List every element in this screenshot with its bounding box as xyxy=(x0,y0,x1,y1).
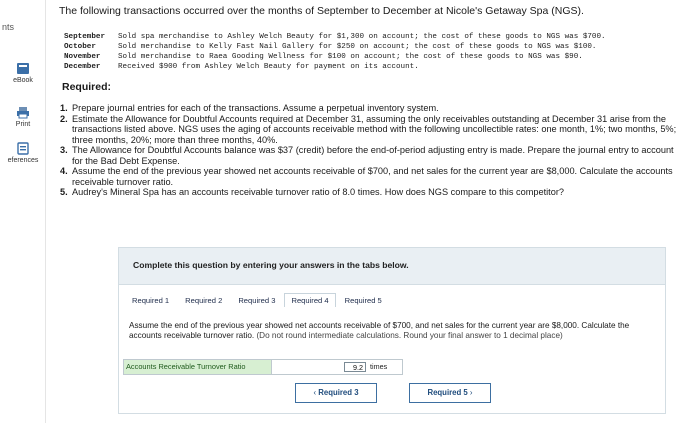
turnover-ratio-input[interactable] xyxy=(344,362,366,372)
requirement-item: 4. Assume the end of the previous year s… xyxy=(60,166,686,187)
transaction-month: November xyxy=(64,53,101,61)
requirement-item: 5. Audrey's Mineral Spa has an accounts … xyxy=(60,187,686,198)
tab-required-3[interactable]: Required 3 xyxy=(231,293,282,307)
transaction-description: Received $900 from Ashley Welch Beauty f… xyxy=(118,63,419,71)
transaction-row: December Received $900 from Ashley Welch… xyxy=(64,62,606,72)
sidebar-item-ebook[interactable]: eBook xyxy=(0,62,46,84)
references-icon xyxy=(17,142,29,155)
sidebar-item-print[interactable]: Print xyxy=(0,106,46,128)
tab-required-4[interactable]: Required 4 xyxy=(284,293,336,307)
sidebar-top-label: nts xyxy=(2,22,15,32)
previous-button-label: Required 3 xyxy=(318,388,359,397)
requirement-text: Estimate the Allowance for Doubtful Acco… xyxy=(72,113,677,145)
transaction-description: Sold merchandise to Kelly Fast Nail Gall… xyxy=(118,43,597,51)
requirement-number: 3. xyxy=(60,145,68,155)
requirements-list: 1. Prepare journal entries for each of t… xyxy=(60,103,686,198)
question-intro: The following transactions occurred over… xyxy=(59,5,584,17)
requirement-item: 2. Estimate the Allowance for Doubtful A… xyxy=(60,114,686,146)
requirement-number: 1. xyxy=(60,103,68,113)
requirement-number: 4. xyxy=(60,166,68,176)
instructions-panel-label: Complete this question by entering your … xyxy=(133,260,409,270)
requirement-text: The Allowance for Doubtful Accounts bala… xyxy=(72,145,674,166)
answer-label: Accounts Receivable Turnover Ratio xyxy=(124,360,272,374)
answer-row: Accounts Receivable Turnover Ratio times xyxy=(123,359,403,375)
chevron-left-icon: ‹ xyxy=(313,388,317,397)
transaction-description: Sold spa merchandise to Ashley Welch Bea… xyxy=(118,33,606,41)
print-icon xyxy=(17,107,29,119)
tab-instructions: Assume the end of the previous year show… xyxy=(129,321,659,340)
transaction-month: September xyxy=(64,33,106,41)
sidebar-item-label: eBook xyxy=(13,77,33,84)
tab-required-2[interactable]: Required 2 xyxy=(178,293,229,307)
requirement-text: Prepare journal entries for each of the … xyxy=(72,103,439,113)
answer-workspace: Required 1 Required 2 Required 3 Require… xyxy=(118,284,666,414)
required-heading: Required: xyxy=(62,81,112,93)
sidebar-item-label: eferences xyxy=(7,157,39,164)
requirement-item: 3. The Allowance for Doubtful Accounts b… xyxy=(60,145,686,166)
instruction-hint: (Do not round intermediate calculations.… xyxy=(256,330,563,340)
requirement-text: Audrey's Mineral Spa has an accounts rec… xyxy=(72,187,564,197)
tab-navigation: ‹ Required 3 Required 5 › xyxy=(119,383,665,405)
requirement-number: 2. xyxy=(60,113,68,124)
answer-unit: times xyxy=(370,362,388,371)
left-toolbar: nts eBook Print eferences xyxy=(0,0,46,423)
tab-required-5[interactable]: Required 5 xyxy=(338,293,389,307)
requirement-text: Assume the end of the previous year show… xyxy=(72,166,673,187)
required-tabs: Required 1 Required 2 Required 3 Require… xyxy=(119,285,665,313)
sidebar-item-label: Print xyxy=(15,121,31,128)
next-required-button[interactable]: Required 5 › xyxy=(409,383,491,403)
transaction-month: October xyxy=(64,43,96,51)
transactions-list: September Sold spa merchandise to Ashley… xyxy=(64,32,606,72)
tab-required-1[interactable]: Required 1 xyxy=(125,293,176,307)
requirement-item: 1. Prepare journal entries for each of t… xyxy=(60,103,686,114)
transaction-row: September Sold spa merchandise to Ashley… xyxy=(64,32,606,42)
transaction-row: November Sold merchandise to Raea Goodin… xyxy=(64,52,606,62)
transaction-month: December xyxy=(64,63,101,71)
previous-required-button[interactable]: ‹ Required 3 xyxy=(295,383,377,403)
requirement-number: 5. xyxy=(60,187,68,197)
ebook-icon xyxy=(17,63,29,74)
sidebar-item-references[interactable]: eferences xyxy=(0,142,46,164)
next-button-label: Required 5 xyxy=(427,388,468,397)
transaction-row: October Sold merchandise to Kelly Fast N… xyxy=(64,42,606,52)
chevron-right-icon: › xyxy=(469,388,473,397)
transaction-description: Sold merchandise to Raea Gooding Wellnes… xyxy=(118,53,583,61)
instructions-panel: Complete this question by entering your … xyxy=(118,247,666,287)
